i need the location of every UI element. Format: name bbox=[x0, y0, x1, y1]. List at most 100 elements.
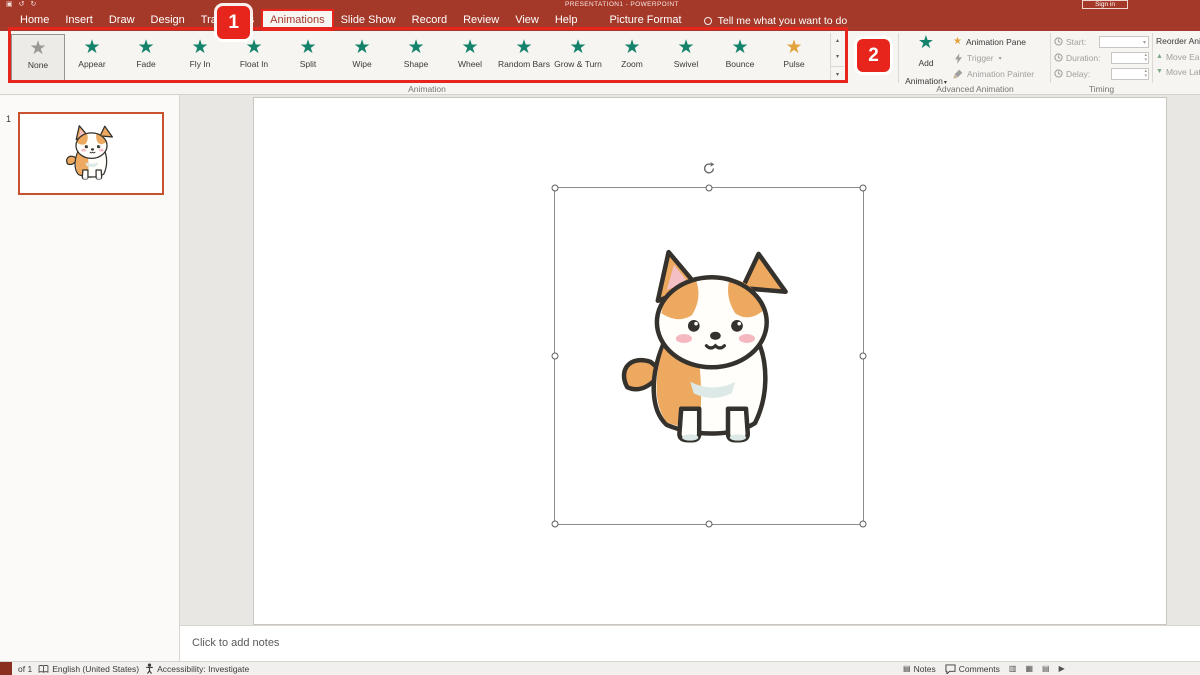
selection-handle-middle-left[interactable] bbox=[552, 353, 559, 360]
language-label: English (United States) bbox=[52, 664, 139, 674]
selection-handle-middle-right[interactable] bbox=[860, 353, 867, 360]
animation-effect-shape[interactable]: ★ Shape bbox=[389, 34, 443, 82]
tab-view[interactable]: View bbox=[507, 10, 547, 31]
selection-handle-top-right[interactable] bbox=[860, 185, 867, 192]
redo-icon[interactable]: ↻ bbox=[31, 1, 37, 9]
animation-effect-swivel[interactable]: ★ Swivel bbox=[659, 34, 713, 82]
comments-button-label: Comments bbox=[959, 664, 1000, 674]
comments-button[interactable]: Comments bbox=[945, 664, 1000, 674]
gallery-scroll-up-button[interactable]: ▴ bbox=[831, 33, 844, 49]
animation-effect-bounce[interactable]: ★ Bounce bbox=[713, 34, 767, 82]
tab-insert[interactable]: Insert bbox=[57, 10, 101, 31]
effect-label: Shape bbox=[404, 59, 429, 69]
animation-effect-random-bars[interactable]: ★ Random Bars bbox=[497, 34, 551, 82]
move-earlier-label: Move Earlier bbox=[1166, 52, 1200, 62]
tab-animations[interactable]: Animations 1 bbox=[262, 10, 332, 31]
animation-effect-zoom[interactable]: ★ Zoom bbox=[605, 34, 659, 82]
effect-star-icon: ★ bbox=[677, 37, 694, 58]
group-separator bbox=[1050, 33, 1051, 83]
delay-input[interactable]: ▴▾ bbox=[1111, 68, 1149, 80]
animation-effect-appear[interactable]: ★ Appear bbox=[65, 34, 119, 82]
animation-effect-split[interactable]: ★ Split bbox=[281, 34, 335, 82]
accessibility-person-icon bbox=[145, 663, 154, 674]
animation-effects-gallery: ★ None ★ Appear ★ Fade ★ Fly In ★ Float … bbox=[11, 34, 821, 82]
animation-painter-button[interactable]: Animation Painter bbox=[953, 66, 1049, 82]
spellcheck-book-icon bbox=[38, 665, 49, 673]
slide-thumbnail[interactable] bbox=[18, 112, 164, 195]
slide-thumbnails-panel: 1 bbox=[0, 95, 180, 661]
animation-effect-wheel[interactable]: ★ Wheel bbox=[443, 34, 497, 82]
add-animation-star-icon: ★ bbox=[918, 32, 934, 52]
animation-effect-float-in[interactable]: ★ Float In bbox=[227, 34, 281, 82]
animation-pane-button[interactable]: ★ Animation Pane bbox=[953, 34, 1049, 50]
chevron-down-icon: ▾ bbox=[999, 55, 1002, 62]
annotation-step-1-badge: 1 bbox=[217, 6, 250, 39]
undo-icon[interactable]: ↺ bbox=[19, 1, 25, 9]
animation-effect-fade[interactable]: ★ Fade bbox=[119, 34, 173, 82]
arrow-down-icon: ▼ bbox=[1156, 68, 1163, 75]
slideshow-button[interactable]: ▶ bbox=[1059, 664, 1065, 673]
slide-sorter-view-button[interactable]: ▦ bbox=[1025, 664, 1033, 673]
animation-effect-fly-in[interactable]: ★ Fly In bbox=[173, 34, 227, 82]
annotation-step-2-badge: 2 bbox=[857, 39, 890, 72]
tab-review[interactable]: Review bbox=[455, 10, 507, 31]
effect-label: Fade bbox=[136, 59, 155, 69]
quick-access-toolbar: ▣ ↺ ↻ bbox=[6, 1, 36, 9]
notes-pane[interactable]: Click to add notes bbox=[180, 625, 1200, 661]
effect-star-icon: ★ bbox=[245, 37, 262, 58]
group-separator bbox=[898, 33, 899, 83]
tab-record[interactable]: Record bbox=[404, 10, 455, 31]
effect-label: Zoom bbox=[621, 59, 643, 69]
language-button[interactable]: English (United States) bbox=[38, 664, 139, 674]
accessibility-button[interactable]: Accessibility: Investigate bbox=[145, 663, 249, 674]
delay-icon bbox=[1054, 69, 1063, 80]
animation-effect-grow-turn[interactable]: ★ Grow & Turn bbox=[551, 34, 605, 82]
effect-label: Swivel bbox=[674, 59, 699, 69]
save-icon[interactable]: ▣ bbox=[6, 1, 13, 9]
animation-effect-none[interactable]: ★ None bbox=[11, 34, 65, 82]
selection-handle-bottom-center[interactable] bbox=[706, 521, 713, 528]
tab-design[interactable]: Design bbox=[143, 10, 193, 31]
effect-label: Appear bbox=[78, 59, 105, 69]
slide-canvas[interactable] bbox=[253, 97, 1167, 625]
add-animation-button[interactable]: ★ Add Animation▾ bbox=[902, 33, 950, 83]
selection-handle-bottom-right[interactable] bbox=[860, 521, 867, 528]
reading-view-button[interactable]: ▤ bbox=[1042, 664, 1050, 673]
trigger-button[interactable]: Trigger ▾ bbox=[953, 50, 1049, 66]
reorder-animation-group: Reorder Animation ▲ Move Earlier ▼ Move … bbox=[1156, 33, 1200, 79]
tab-draw[interactable]: Draw bbox=[101, 10, 143, 31]
effect-label: Random Bars bbox=[498, 59, 550, 69]
selection-handle-top-center[interactable] bbox=[706, 185, 713, 192]
gallery-more-button[interactable]: ▾ bbox=[831, 66, 844, 83]
animation-effect-wipe[interactable]: ★ Wipe bbox=[335, 34, 389, 82]
advanced-animation-group-label: Advanced Animation bbox=[900, 84, 1050, 94]
normal-view-button[interactable]: ▥ bbox=[1009, 664, 1017, 673]
selection-handle-top-left[interactable] bbox=[552, 185, 559, 192]
tab-slide-show[interactable]: Slide Show bbox=[333, 10, 404, 31]
gallery-scroll-down-button[interactable]: ▾ bbox=[831, 49, 844, 65]
move-later-button[interactable]: ▼ Move Later bbox=[1156, 64, 1200, 79]
duration-input[interactable]: ▴▾ bbox=[1111, 52, 1149, 64]
status-bar: of 1 English (United States) Accessibili… bbox=[0, 661, 1200, 675]
selected-picture[interactable] bbox=[554, 187, 864, 525]
notes-button[interactable]: ▤ Notes bbox=[903, 664, 936, 674]
selection-handle-bottom-left[interactable] bbox=[552, 521, 559, 528]
lightning-icon bbox=[953, 53, 963, 64]
tell-me-search[interactable]: Tell me what you want to do bbox=[704, 10, 848, 31]
notes-button-label: Notes bbox=[914, 664, 936, 674]
timing-group-label: Timing bbox=[1054, 84, 1149, 94]
tab-home[interactable]: Home bbox=[12, 10, 57, 31]
sign-in-button[interactable]: Sign in bbox=[1082, 0, 1128, 9]
tab-help[interactable]: Help bbox=[547, 10, 586, 31]
rotate-handle[interactable] bbox=[703, 162, 716, 180]
arrow-up-icon: ▲ bbox=[1156, 53, 1163, 60]
lightbulb-icon bbox=[704, 17, 712, 25]
effect-star-icon: ★ bbox=[83, 37, 100, 58]
effect-star-icon: ★ bbox=[137, 37, 154, 58]
start-select[interactable]: ▾ bbox=[1099, 36, 1149, 48]
tell-me-label: Tell me what you want to do bbox=[718, 15, 848, 27]
tab-picture-format[interactable]: Picture Format bbox=[601, 10, 689, 31]
move-earlier-button[interactable]: ▲ Move Earlier bbox=[1156, 49, 1200, 64]
animation-effect-pulse[interactable]: ★ Pulse bbox=[767, 34, 821, 82]
document-title: Presentation1 - PowerPoint bbox=[565, 1, 679, 8]
